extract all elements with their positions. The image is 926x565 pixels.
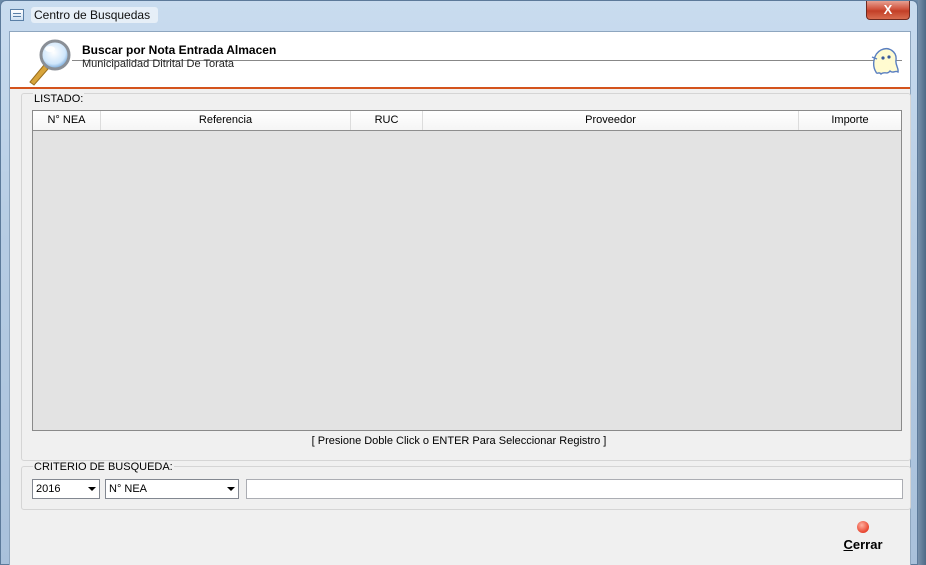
results-grid[interactable]: N° NEA Referencia RUC Proveedor Importe: [32, 110, 902, 431]
search-window: Centro de Busquedas X Buscar por Nota En…: [0, 0, 918, 565]
year-select[interactable]: 2016: [32, 479, 100, 499]
column-header-ruc[interactable]: RUC: [351, 111, 423, 130]
column-header-importe[interactable]: Importe: [799, 111, 901, 130]
grid-header: N° NEA Referencia RUC Proveedor Importe: [33, 111, 901, 131]
form-window-icon: [10, 9, 24, 21]
header-banner: Buscar por Nota Entrada Almacen Municipa…: [10, 32, 910, 89]
desktop-edge: [918, 0, 926, 565]
header-subtitle: Municipalidad Ditrital De Torata: [82, 58, 235, 70]
selection-hint: [ Presione Doble Click o ENTER Para Sele…: [311, 435, 607, 447]
column-header-proveedor[interactable]: Proveedor: [423, 111, 799, 130]
title-bar[interactable]: Centro de Busquedas X: [1, 1, 917, 27]
column-header-referencia[interactable]: Referencia: [101, 111, 351, 130]
window-title: Centro de Busquedas: [31, 7, 159, 23]
close-circle-icon: [857, 521, 869, 533]
criterio-legend: CRITERIO DE BUSQUEDA:: [33, 461, 174, 473]
magnifier-icon: [29, 39, 71, 86]
field-select-value: N° NEA: [109, 483, 148, 495]
ghost-icon: [871, 48, 899, 76]
chevron-down-icon[interactable]: [85, 480, 99, 498]
header-title: Buscar por Nota Entrada Almacen: [82, 43, 277, 57]
listado-legend: LISTADO:: [33, 93, 85, 105]
chevron-down-icon[interactable]: [224, 480, 238, 498]
column-header-nea[interactable]: N° NEA: [33, 111, 101, 130]
close-button[interactable]: X: [866, 1, 910, 20]
year-select-value: 2016: [36, 483, 61, 495]
search-input[interactable]: [246, 479, 903, 499]
field-select[interactable]: N° NEA: [105, 479, 239, 499]
cerrar-button[interactable]: Cerrar: [833, 521, 893, 561]
cerrar-label: Cerrar: [843, 537, 883, 552]
